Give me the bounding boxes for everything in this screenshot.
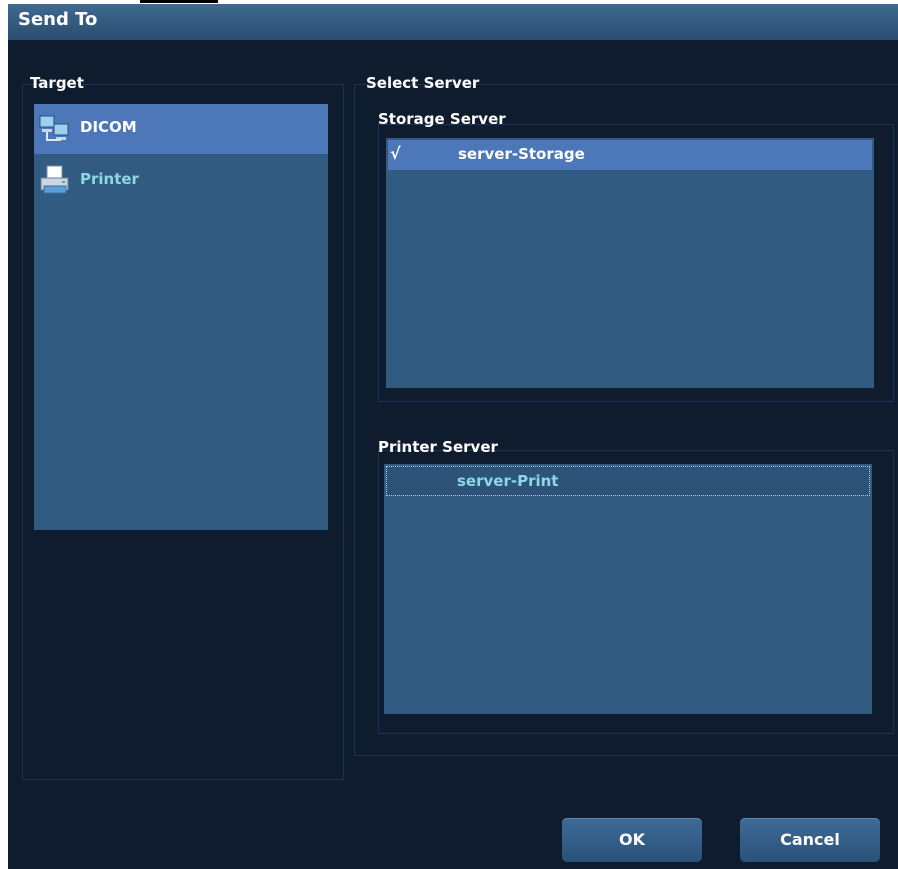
network-computers-icon bbox=[38, 112, 72, 144]
storage-server-list[interactable]: √ server-Storage bbox=[386, 138, 874, 388]
storage-server-row[interactable]: √ server-Storage bbox=[388, 140, 872, 170]
printer-server-list[interactable]: server-Print bbox=[384, 464, 872, 714]
cancel-button[interactable]: Cancel bbox=[740, 818, 880, 862]
target-item-dicom[interactable]: DICOM bbox=[34, 104, 328, 154]
title-bar: Send To bbox=[8, 4, 898, 40]
target-item-printer[interactable]: Printer bbox=[34, 156, 328, 206]
printer-server-row[interactable]: server-Print bbox=[386, 466, 870, 496]
checkmark: √ bbox=[390, 144, 401, 163]
server-name: server-Print bbox=[457, 472, 559, 490]
storage-server-label: Storage Server bbox=[378, 110, 506, 128]
select-server-label: Select Server bbox=[366, 74, 480, 92]
server-name: server-Storage bbox=[458, 145, 585, 163]
target-list[interactable]: DICOM Printer bbox=[34, 104, 328, 530]
target-item-label: Printer bbox=[80, 170, 139, 188]
target-item-label: DICOM bbox=[80, 118, 137, 136]
send-to-dialog: Send To Target DICOM Printer Select Serv… bbox=[8, 4, 898, 869]
target-label: Target bbox=[30, 74, 84, 92]
printer-icon bbox=[38, 164, 72, 196]
dialog-title: Send To bbox=[18, 9, 98, 30]
printer-server-label: Printer Server bbox=[378, 438, 498, 456]
top-edge-mark bbox=[140, 0, 218, 3]
ok-button[interactable]: OK bbox=[562, 818, 702, 862]
